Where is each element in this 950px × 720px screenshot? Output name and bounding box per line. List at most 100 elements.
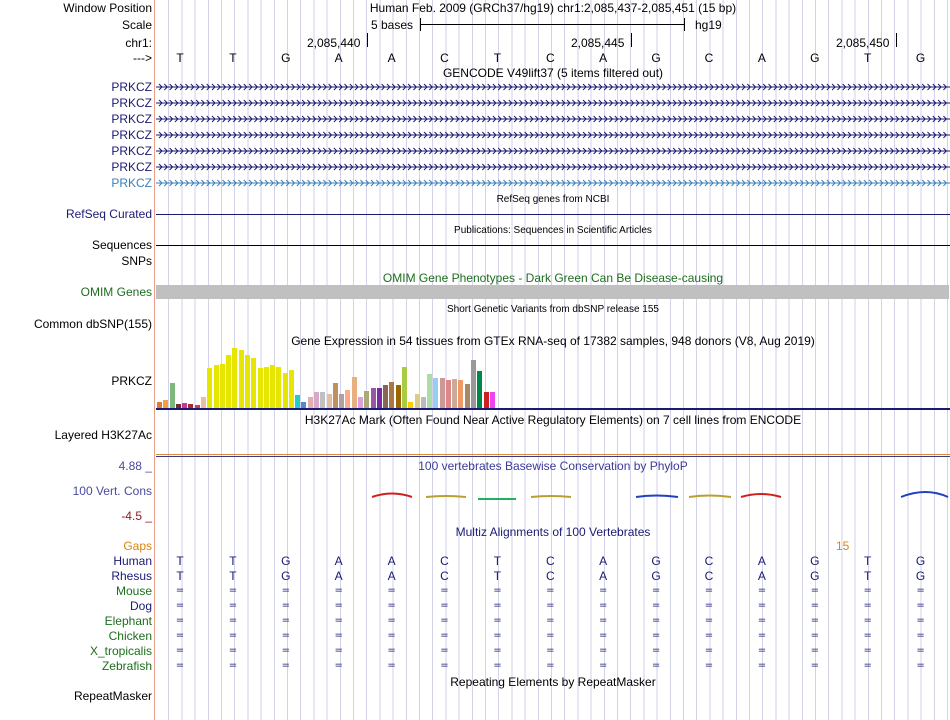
gene-label-prkcz[interactable]: PRKCZ [111,128,152,142]
conservation-track-label[interactable]: 100 Vert. Cons [73,484,152,498]
gtex-expression-bars[interactable] [156,348,950,408]
alignment-match-glyph: = [493,660,502,671]
gtex-tissue-bar[interactable] [414,394,420,408]
repeatmasker-track-label[interactable]: RepeatMasker [74,689,152,703]
base-letter: C [545,51,555,65]
gtex-tissue-bar[interactable] [169,383,175,408]
gtex-tissue-bar[interactable] [257,368,263,408]
gtex-track-label[interactable]: PRKCZ [111,374,152,388]
label-gutter-line [154,0,155,720]
species-label[interactable]: Chicken [109,629,152,643]
gtex-tissue-bar[interactable] [370,388,376,408]
alignment-match-glyph: = [334,630,343,641]
gtex-tissue-bar[interactable] [445,380,451,408]
gtex-tissue-bar[interactable] [263,367,269,408]
alignment-match-glyph: = [757,660,767,671]
sequences-track-label[interactable]: Sequences [92,238,152,252]
omim-phenotype-bar[interactable] [156,285,949,299]
gene-label-prkcz[interactable]: PRKCZ [111,80,152,94]
alignment-match-glyph: = [228,615,238,626]
gencode-track-title: GENCODE V49lift37 (5 items filtered out) [442,66,664,80]
gtex-tissue-bar[interactable] [326,394,332,408]
scale-bases-text: 5 bases [371,18,414,32]
alignment-match-glyph: = [704,585,714,596]
refseq-track-label[interactable]: RefSeq Curated [66,207,152,221]
dbsnp-track-label[interactable]: Common dbSNP(155) [34,317,152,331]
gtex-tissue-bar[interactable] [232,348,238,408]
gtex-tissue-bar[interactable] [427,374,432,408]
gtex-tissue-bar[interactable] [244,355,250,408]
gtex-tissue-bar[interactable] [339,394,345,408]
gtex-tissue-bar[interactable] [439,378,445,408]
gtex-tissue-bar[interactable] [226,355,232,408]
gtex-tissue-bar[interactable] [345,390,351,408]
gene-intron-line[interactable] [156,80,950,94]
gene-intron-line[interactable] [156,176,950,190]
phylop-segment-blue-1 [635,494,679,498]
gtex-tissue-bar[interactable] [395,385,401,408]
gene-intron-line[interactable] [156,160,950,174]
gtex-tissue-bar[interactable] [358,397,363,408]
gtex-tissue-bar[interactable] [477,371,483,408]
gtex-tissue-bar[interactable] [383,385,389,408]
gtex-tissue-bar[interactable] [483,392,489,408]
gene-label-prkcz[interactable]: PRKCZ [111,112,152,126]
position-tick-3 [896,33,897,47]
h3k27ac-track-label[interactable]: Layered H3K27Ac [55,428,152,442]
gtex-tissue-bar[interactable] [351,377,357,408]
gtex-tissue-bar[interactable] [332,383,338,408]
gtex-tissue-bar[interactable] [376,388,382,408]
species-label[interactable]: Elephant [105,614,152,628]
gtex-tissue-bar[interactable] [213,365,219,408]
gtex-tissue-bar[interactable] [401,367,407,408]
gtex-tissue-bar[interactable] [489,392,495,408]
gene-label-prkcz[interactable]: PRKCZ [111,160,152,174]
gtex-tissue-bar[interactable] [389,382,395,408]
gtex-tissue-bar[interactable] [471,360,476,408]
gtex-tissue-bar[interactable] [251,358,257,408]
phylop-wiggle[interactable] [156,488,950,504]
gene-intron-line[interactable] [156,112,950,126]
gene-intron-line[interactable] [156,96,950,110]
alignment-match-glyph: = [598,630,608,641]
gtex-tissue-bar[interactable] [219,364,225,408]
gtex-tissue-bar[interactable] [420,397,426,408]
species-label[interactable]: Dog [130,599,152,613]
gtex-tissue-bar[interactable] [464,384,470,408]
species-label[interactable]: Zebrafish [102,659,152,673]
gtex-tissue-bar[interactable] [452,379,458,408]
gtex-tissue-bar[interactable] [282,373,288,408]
gtex-tissue-bar[interactable] [270,365,275,408]
gtex-tissue-bar[interactable] [163,400,169,408]
gtex-tissue-bar[interactable] [433,378,439,408]
alignment-match-glyph: = [387,645,396,656]
gtex-tissue-bar[interactable] [320,392,326,408]
gtex-tissue-bar[interactable] [238,350,244,408]
gtex-tissue-bar[interactable] [207,368,213,408]
gtex-tissue-bar[interactable] [201,397,206,408]
species-label[interactable]: X_tropicalis [90,644,152,658]
gene-label-prkcz[interactable]: PRKCZ [111,96,152,110]
species-label[interactable]: Rhesus [111,569,152,583]
alignment-match-glyph: = [493,645,502,656]
gtex-tissue-bar[interactable] [364,391,370,408]
scale-bar-left-tick [420,18,421,31]
alignment-match-glyph: = [281,645,290,656]
gtex-tissue-bar[interactable] [307,397,313,408]
gtex-tissue-bar[interactable] [276,367,282,408]
gene-label-prkcz[interactable]: PRKCZ [111,176,152,190]
alignment-base: A [757,569,766,583]
gtex-tissue-bar[interactable] [295,395,301,408]
base-letter: G [651,51,661,65]
omim-track-label[interactable]: OMIM Genes [81,285,152,299]
gtex-tissue-bar[interactable] [458,380,464,408]
gene-intron-line[interactable] [156,144,950,158]
species-label[interactable]: Mouse [116,584,152,598]
gtex-tissue-bar[interactable] [314,392,319,408]
alignment-base: A [334,569,343,583]
species-label[interactable]: Human [113,554,152,568]
gtex-tissue-bar[interactable] [288,370,294,408]
gene-intron-line[interactable] [156,128,950,142]
gene-label-prkcz[interactable]: PRKCZ [111,144,152,158]
snps-track-label[interactable]: SNPs [121,254,152,268]
